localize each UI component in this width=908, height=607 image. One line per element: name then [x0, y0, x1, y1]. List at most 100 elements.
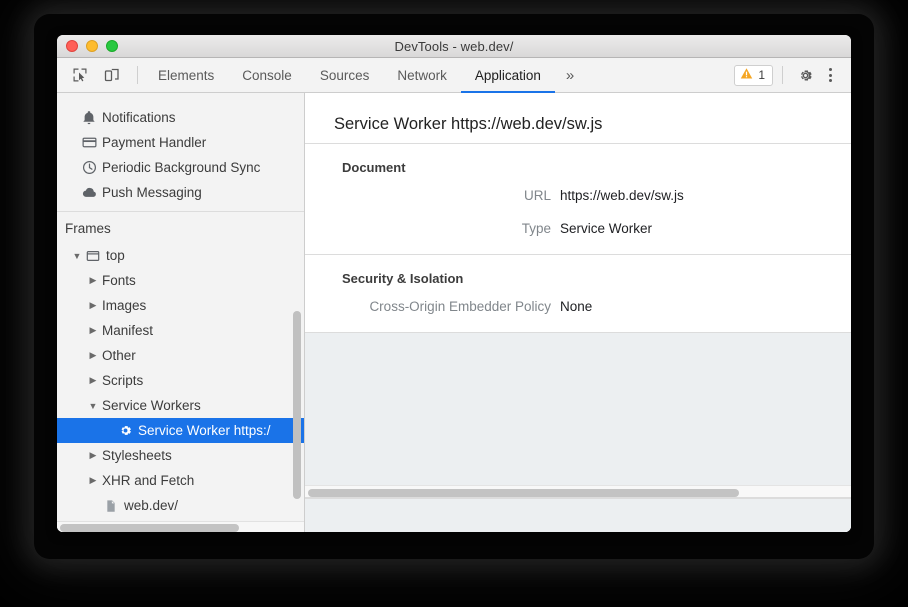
- field-url-value[interactable]: https://web.dev/sw.js: [560, 188, 684, 203]
- chevron-right-icon[interactable]: ▶: [87, 350, 99, 361]
- bell-icon: [79, 111, 99, 125]
- devtools-toolbar: Elements Console Sources Network Applica…: [57, 58, 851, 93]
- field-coep: Cross-Origin Embedder Policy None: [305, 299, 851, 314]
- inspect-element-icon[interactable]: [67, 62, 93, 88]
- tab-network[interactable]: Network: [383, 58, 461, 92]
- chevron-right-icon[interactable]: ▶: [87, 325, 99, 336]
- chevron-right-icon[interactable]: ▶: [87, 450, 99, 461]
- section-security-isolation: Security & Isolation Cross-Origin Embedd…: [305, 255, 851, 333]
- sidebar-scroll-area: ▸ Notifications: [57, 93, 304, 522]
- sidebar-item-web-dev[interactable]: web.dev/: [57, 493, 304, 518]
- application-sidebar: ▸ Notifications: [57, 93, 305, 532]
- sidebar-section-frames: Frames: [57, 212, 304, 243]
- sidebar-item-stylesheets[interactable]: ▶ Stylesheets: [57, 443, 304, 468]
- sidebar-item-manifest-label: Manifest: [99, 323, 153, 338]
- tab-network-label: Network: [397, 68, 447, 83]
- section-document: Document URL https://web.dev/sw.js Type …: [305, 144, 851, 255]
- sidebar-item-fonts-label: Fonts: [99, 273, 136, 288]
- panel-horizontal-scrollbar-thumb[interactable]: [308, 489, 739, 497]
- more-tabs-button[interactable]: »: [555, 58, 584, 92]
- window-title: DevTools - web.dev/: [57, 39, 851, 54]
- more-tabs-label: »: [566, 67, 573, 84]
- sidebar-item-web-dev-label: web.dev/: [121, 498, 178, 513]
- page-title: Service Worker https://web.dev/sw.js: [305, 93, 851, 144]
- sidebar-item-push-messaging-label: Push Messaging: [99, 185, 202, 200]
- gear-icon[interactable]: [792, 62, 818, 88]
- sidebar-item-scripts-label: Scripts: [99, 373, 143, 388]
- panel-bottom-strip: [305, 499, 851, 532]
- chevron-right-icon[interactable]: ▶: [87, 275, 99, 286]
- tab-elements-label: Elements: [158, 68, 214, 83]
- sidebar-horizontal-scrollbar-thumb[interactable]: [60, 524, 239, 532]
- field-url-label: URL: [305, 188, 560, 203]
- chevron-right-icon[interactable]: ▶: [87, 375, 99, 386]
- sidebar-item-clipped[interactable]: ▸: [57, 93, 304, 105]
- frame-details-panel: Service Worker https://web.dev/sw.js Doc…: [305, 93, 851, 532]
- section-security-isolation-heading: Security & Isolation: [305, 271, 851, 286]
- devtools-window: DevTools - web.dev/: [57, 35, 851, 532]
- sidebar-item-top[interactable]: ▼ top: [57, 243, 304, 268]
- gear-icon: [115, 423, 135, 438]
- toolbar-right-divider: [782, 66, 783, 84]
- sidebar-tree: ▸ Notifications: [57, 93, 304, 518]
- sidebar-item-payment-handler[interactable]: Payment Handler: [57, 130, 304, 155]
- chevron-down-icon[interactable]: ▼: [87, 401, 99, 411]
- sidebar-item-stylesheets-label: Stylesheets: [99, 448, 172, 463]
- sidebar-item-payment-handler-label: Payment Handler: [99, 135, 206, 150]
- title-bar: DevTools - web.dev/: [57, 35, 851, 58]
- field-coep-label: Cross-Origin Embedder Policy: [305, 299, 560, 314]
- tab-application-label: Application: [475, 68, 541, 83]
- field-url: URL https://web.dev/sw.js: [305, 188, 851, 203]
- device-toolbar-icon[interactable]: [99, 62, 125, 88]
- sidebar-item-notifications-label: Notifications: [99, 110, 176, 125]
- sidebar-item-images-label: Images: [99, 298, 146, 313]
- tab-sources[interactable]: Sources: [306, 58, 384, 92]
- sidebar-item-other-label: Other: [99, 348, 136, 363]
- field-type-value: Service Worker: [560, 221, 652, 236]
- tab-elements[interactable]: Elements: [144, 58, 228, 92]
- sidebar-item-other[interactable]: ▶ Other: [57, 343, 304, 368]
- sidebar-vertical-scrollbar[interactable]: [293, 311, 301, 499]
- field-type: Type Service Worker: [305, 221, 851, 236]
- credit-card-icon: [79, 135, 99, 150]
- panel-empty-area: [305, 333, 851, 499]
- sidebar-horizontal-scrollbar[interactable]: [57, 521, 304, 532]
- tab-application[interactable]: Application: [461, 58, 555, 92]
- sidebar-item-notifications[interactable]: Notifications: [57, 105, 304, 130]
- field-type-label: Type: [305, 221, 560, 236]
- document-icon: [101, 499, 121, 513]
- tab-console-label: Console: [242, 68, 292, 83]
- sidebar-item-manifest[interactable]: ▶ Manifest: [57, 318, 304, 343]
- sidebar-item-xhr-and-fetch-label: XHR and Fetch: [99, 473, 194, 488]
- screenshot-root: DevTools - web.dev/: [0, 0, 908, 607]
- devtools-body: ▸ Notifications: [57, 93, 851, 532]
- sidebar-item-xhr-and-fetch[interactable]: ▶ XHR and Fetch: [57, 468, 304, 493]
- sidebar-item-push-messaging[interactable]: Push Messaging: [57, 180, 304, 205]
- sidebar-item-fonts[interactable]: ▶ Fonts: [57, 268, 304, 293]
- sidebar-item-images[interactable]: ▶ Images: [57, 293, 304, 318]
- tab-console[interactable]: Console: [228, 58, 306, 92]
- sidebar-item-service-worker-label: Service Worker https:/: [135, 423, 271, 438]
- section-document-heading: Document: [305, 160, 851, 175]
- warning-badge[interactable]: 1: [734, 65, 773, 86]
- cloud-icon: [79, 185, 99, 200]
- sidebar-item-service-worker-selected[interactable]: Service Worker https:/: [57, 418, 304, 443]
- sidebar-item-service-workers[interactable]: ▼ Service Workers: [57, 393, 304, 418]
- sidebar-item-scripts[interactable]: ▶ Scripts: [57, 368, 304, 393]
- sidebar-item-top-label: top: [103, 248, 125, 263]
- toolbar-left-group: [57, 58, 144, 92]
- toolbar-divider: [137, 66, 138, 84]
- warning-triangle-icon: [740, 67, 753, 83]
- warning-count: 1: [758, 68, 765, 82]
- chevron-down-icon[interactable]: ▼: [71, 251, 83, 261]
- chevron-right-icon[interactable]: ▶: [87, 475, 99, 486]
- sidebar-item-periodic-background-sync-label: Periodic Background Sync: [99, 160, 260, 175]
- chevron-right-icon[interactable]: ▶: [87, 300, 99, 311]
- tab-sources-label: Sources: [320, 68, 370, 83]
- sidebar-item-service-workers-label: Service Workers: [99, 398, 201, 413]
- clock-icon: [79, 160, 99, 175]
- panel-horizontal-scrollbar[interactable]: [305, 485, 851, 498]
- kebab-menu-icon[interactable]: [820, 68, 841, 82]
- sidebar-item-periodic-background-sync[interactable]: Periodic Background Sync: [57, 155, 304, 180]
- frame-icon: [83, 249, 103, 263]
